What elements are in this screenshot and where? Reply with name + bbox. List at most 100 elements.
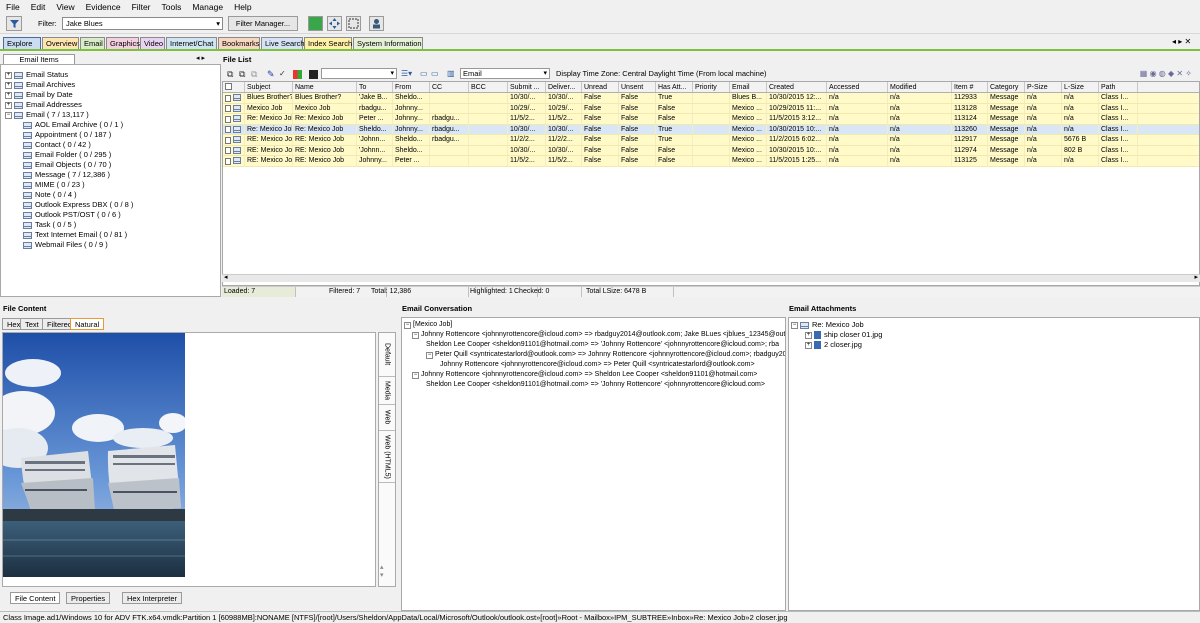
menu-evidence[interactable]: Evidence <box>86 2 121 12</box>
select-all-checkbox[interactable] <box>223 82 245 92</box>
row-checkbox[interactable] <box>223 93 245 103</box>
tab-bookmarks[interactable]: Bookmarks <box>218 37 260 49</box>
side-tab-default[interactable]: Default <box>379 333 395 377</box>
table-row[interactable]: Re: Mexico Job Re: Mexico Job Peter ... Joh… <box>223 114 1199 125</box>
row-checkbox[interactable] <box>223 124 245 134</box>
tree-item[interactable]: − Email ( 7 / 13,117 ) <box>5 110 220 120</box>
column-header[interactable]: Category <box>988 82 1025 92</box>
tree-item[interactable]: Email Folder ( 0 / 295 ) <box>5 150 220 160</box>
pencil-icon[interactable]: ✎ <box>267 69 275 80</box>
collapse-icon[interactable]: − <box>791 321 798 329</box>
side-scroll-arrows[interactable]: ▴ ▾ <box>380 564 384 580</box>
tree-item[interactable]: Note ( 0 / 4 ) <box>5 190 220 200</box>
side-tab-web[interactable]: Web <box>379 405 395 431</box>
view-select[interactable]: Email ▾ <box>460 68 550 79</box>
horizontal-scrollbar[interactable]: ◂ ▸ <box>222 274 1200 282</box>
export-icon[interactable]: ▭ <box>420 69 428 78</box>
select-area-icon[interactable] <box>346 16 361 31</box>
table-row[interactable]: Mexico Job Mexico Job rbadgu... Johnny... 10… <box>223 103 1199 114</box>
expand-icon[interactable]: + <box>5 71 12 79</box>
columns-icon[interactable]: ☰▾ <box>401 69 412 78</box>
view-toggle-icons[interactable]: ▦ ◉ ◍ ◆ ✕ ✧ <box>1140 69 1192 78</box>
user-icon[interactable] <box>369 16 384 31</box>
column-header[interactable]: Modified <box>888 82 952 92</box>
collapse-icon[interactable]: − <box>426 352 433 359</box>
collapse-icon[interactable]: − <box>404 322 411 329</box>
copy-icon[interactable]: ⧉ <box>227 69 233 80</box>
collapse-icon[interactable]: − <box>5 111 12 119</box>
tree-item[interactable]: + Email Addresses <box>5 100 220 110</box>
collapse-icon[interactable]: − <box>412 332 419 339</box>
collapse-icon[interactable]: − <box>412 372 419 379</box>
column-header[interactable]: Subject <box>245 82 293 92</box>
bottom-tab-hex-interpreter[interactable]: Hex Interpreter <box>122 592 183 604</box>
expand-icon[interactable]: + <box>805 331 812 339</box>
tree-item[interactable]: Task ( 0 / 5 ) <box>5 220 220 230</box>
tab-index-search[interactable]: Index Search <box>304 37 352 49</box>
column-header[interactable]: From <box>393 82 430 92</box>
tab-natural[interactable]: Natural <box>70 318 105 330</box>
side-tab-media[interactable]: Media <box>379 377 395 405</box>
tab-system-information[interactable]: System Information <box>353 37 423 49</box>
menu-tools[interactable]: Tools <box>162 2 182 12</box>
layout-icon[interactable]: ▥ <box>447 69 455 78</box>
tab-nav-arrows[interactable]: ◂ ▸ ✕ <box>1172 37 1191 46</box>
tab-video[interactable]: Video <box>140 37 165 49</box>
paste-icon[interactable]: ⧉ <box>251 69 257 80</box>
filter-manager-button[interactable]: Filter Manager... <box>228 16 298 31</box>
column-header[interactable]: Has Att... <box>656 82 693 92</box>
attachment-root[interactable]: − Re: Mexico Job <box>791 320 1199 330</box>
row-checkbox[interactable] <box>223 135 245 145</box>
column-header[interactable]: CC <box>430 82 469 92</box>
expand-icon[interactable]: + <box>5 91 12 99</box>
conversation-line[interactable]: − Johnny Rottencore <johnnyrottencore@icl… <box>404 330 785 340</box>
tab-overview[interactable]: Overview <box>42 37 79 49</box>
column-header[interactable]: Path <box>1099 82 1138 92</box>
tab-email[interactable]: Email <box>80 37 105 49</box>
expand-icon[interactable]: + <box>5 81 12 89</box>
filter-select[interactable]: Jake Blues ▾ <box>62 17 223 30</box>
column-header[interactable]: Name <box>293 82 357 92</box>
row-checkbox[interactable] <box>223 114 245 124</box>
column-header[interactable]: Created <box>767 82 827 92</box>
table-row[interactable]: RE: Mexico Job RE: Mexico Job Johnny... Pet… <box>223 156 1199 167</box>
column-header[interactable]: Deliver... <box>546 82 582 92</box>
column-header[interactable]: Submit ... <box>508 82 546 92</box>
tree-item[interactable]: Outlook PST/OST ( 0 / 6 ) <box>5 210 220 220</box>
column-header[interactable]: Unsent <box>619 82 656 92</box>
expand-icon[interactable]: + <box>805 341 812 349</box>
move-icon[interactable] <box>327 16 342 31</box>
row-checkbox[interactable] <box>223 145 245 155</box>
expand-icon[interactable]: + <box>5 101 12 109</box>
row-checkbox[interactable] <box>223 156 245 166</box>
tree-item[interactable]: + Email Status <box>5 70 220 80</box>
column-header[interactable]: Priority <box>693 82 730 92</box>
tree-item[interactable]: Webmail Files ( 0 / 9 ) <box>5 240 220 250</box>
color-icon[interactable] <box>293 70 302 79</box>
conversation-line[interactable]: Sheldon Lee Cooper <sheldon91101@hotmail… <box>404 340 785 350</box>
label-select[interactable]: ▾ <box>321 68 397 79</box>
tree-item[interactable]: Appointment ( 0 / 187 ) <box>5 130 220 140</box>
pane-nav-icon[interactable]: ◂ ▸ <box>196 54 205 62</box>
table-row[interactable]: Re: Mexico Job Re: Mexico Job Sheldo... Joh… <box>223 124 1199 135</box>
tree-item[interactable]: AOL Email Archive ( 0 / 1 ) <box>5 120 220 130</box>
scroll-right-icon[interactable]: ▸ <box>1194 273 1198 281</box>
tab-explore[interactable]: Explore <box>3 37 41 49</box>
column-header[interactable]: Email <box>730 82 767 92</box>
bottom-tab-file-content[interactable]: File Content <box>10 592 61 604</box>
column-header[interactable]: To <box>357 82 393 92</box>
menu-edit[interactable]: Edit <box>31 2 46 12</box>
menu-help[interactable]: Help <box>234 2 251 12</box>
scroll-left-icon[interactable]: ◂ <box>224 273 228 281</box>
tree-item[interactable]: + Email Archives <box>5 80 220 90</box>
conversation-line[interactable]: − Johnny Rottencore <johnnyrottencore@icl… <box>404 370 785 380</box>
tab-graphics[interactable]: Graphics <box>106 37 140 49</box>
green-filter-icon[interactable] <box>308 16 323 31</box>
tree-item[interactable]: MIME ( 0 / 23 ) <box>5 180 220 190</box>
tree-item[interactable]: Message ( 7 / 12,386 ) <box>5 170 220 180</box>
tree-item[interactable]: + Email by Date <box>5 90 220 100</box>
column-header[interactable]: P-Size <box>1025 82 1062 92</box>
table-row[interactable]: RE: Mexico Job RE: Mexico Job 'Johnn... She… <box>223 145 1199 156</box>
column-header[interactable]: L-Size <box>1062 82 1099 92</box>
menu-view[interactable]: View <box>56 2 74 12</box>
